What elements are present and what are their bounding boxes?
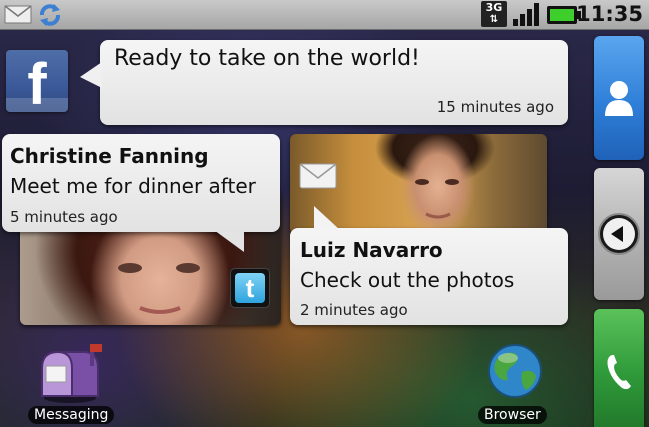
luiz-message-bubble[interactable]: Luiz Navarro Check out the photos 2 minu…	[290, 206, 568, 325]
app-drawer-dock-button[interactable]	[594, 168, 644, 300]
globe-icon	[488, 344, 542, 398]
network-3g-icon: 3G ⇅	[481, 1, 507, 27]
christine-tweet-bubble[interactable]: Christine Fanning Meet me for dinner aft…	[2, 134, 280, 252]
status-bar: 3G ⇅ 11:35	[0, 0, 649, 30]
messaging-app[interactable]: Messaging	[28, 342, 118, 427]
clock-time: 11:35	[576, 2, 643, 26]
back-arrow-icon	[598, 213, 640, 255]
luiz-sender-name: Luiz Navarro	[300, 238, 443, 262]
browser-app[interactable]: Browser	[476, 342, 558, 427]
facebook-status-time: 15 minutes ago	[436, 98, 554, 116]
browser-app-label: Browser	[478, 406, 547, 424]
facebook-status-bubble[interactable]: Ready to take on the world! 15 minutes a…	[80, 40, 568, 125]
signal-strength-icon	[513, 3, 539, 26]
luiz-message-text: Check out the photos	[300, 268, 515, 292]
bubble-pointer	[214, 230, 244, 252]
bubble-pointer	[80, 62, 102, 88]
envelope-icon	[299, 163, 337, 189]
contacts-dock-button[interactable]	[594, 36, 644, 160]
christine-sender-name: Christine Fanning	[10, 144, 209, 168]
phone-dock-button[interactable]	[594, 309, 644, 427]
facebook-icon[interactable]: f	[6, 50, 68, 112]
bubble-pointer	[314, 206, 340, 230]
messaging-app-label: Messaging	[28, 406, 115, 424]
mailbox-icon	[41, 344, 102, 403]
person-icon	[605, 81, 633, 116]
facebook-status-text: Ready to take on the world!	[114, 46, 420, 71]
twitter-icon[interactable]: t	[230, 268, 270, 308]
christine-message-time: 5 minutes ago	[10, 208, 118, 226]
christine-message-text: Meet me for dinner after	[10, 174, 256, 198]
envelope-icon	[4, 5, 32, 24]
phone-icon	[607, 355, 631, 390]
luiz-message-time: 2 minutes ago	[300, 301, 408, 319]
sync-icon	[40, 4, 60, 26]
